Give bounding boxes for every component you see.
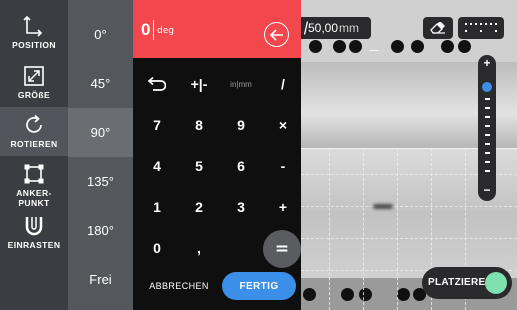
rotate-icon — [23, 114, 45, 136]
tool-label: GRÖßE — [17, 90, 51, 100]
angle-90[interactable]: 90° — [68, 108, 133, 157]
key-8[interactable]: 8 — [179, 110, 219, 140]
zoom-tick — [485, 152, 490, 154]
tool-anchor-point[interactable]: ANKER- PUNKT — [0, 158, 68, 212]
display-value: 0 — [141, 20, 151, 39]
zoom-slider-handle[interactable] — [482, 82, 492, 92]
honeycomb-hole — [441, 40, 454, 53]
honeycomb-hole — [309, 40, 322, 53]
honeycomb-hole — [411, 40, 424, 53]
key-7[interactable]: 7 — [137, 110, 177, 140]
key-divide[interactable]: / — [263, 69, 303, 99]
honeycomb-hole — [349, 40, 362, 53]
honeycomb-hole — [341, 288, 354, 301]
honeycomb-hole — [333, 40, 346, 53]
grid-line — [301, 206, 517, 207]
zoom-tick — [485, 134, 490, 136]
tool-label: POSITION — [12, 40, 56, 50]
undo-icon[interactable] — [137, 69, 177, 99]
tool-position[interactable]: POSITION — [0, 8, 68, 57]
done-button[interactable]: FERTIG — [222, 272, 296, 300]
key-comma[interactable]: , — [179, 233, 219, 263]
numeric-keypad: 0 deg +|- in|mm / 7 8 9 × 4 5 6 - 1 2 3 … — [133, 0, 301, 310]
magnet-icon — [23, 215, 45, 237]
key-0[interactable]: 0 — [137, 233, 177, 263]
key-1[interactable]: 1 — [137, 192, 177, 222]
eraser-button[interactable] — [423, 17, 453, 39]
tool-rotate[interactable]: ROTIEREN — [0, 107, 68, 156]
zoom-out-button[interactable]: − — [478, 183, 496, 197]
zoom-tick — [485, 125, 490, 127]
tool-snap[interactable]: EINRASTEN — [0, 208, 68, 257]
angle-0[interactable]: 0° — [68, 10, 133, 59]
honeycomb-hole — [359, 288, 372, 301]
dotted-grid-icon — [465, 23, 497, 32]
angle-180[interactable]: 180° — [68, 206, 133, 255]
angle-45[interactable]: 45° — [68, 59, 133, 108]
cancel-button[interactable]: ABBRECHEN — [141, 278, 217, 294]
key-9[interactable]: 9 — [221, 110, 261, 140]
zoom-tick — [485, 98, 490, 100]
key-multiply[interactable]: × — [263, 110, 303, 140]
grid-line — [301, 238, 517, 239]
tool-label: ROTIEREN — [10, 139, 58, 149]
tool-size[interactable]: GRÖßE — [0, 58, 68, 107]
zoom-tick — [485, 107, 490, 109]
key-2[interactable]: 2 — [179, 192, 219, 222]
honeycomb-hole — [458, 40, 471, 53]
back-arrow-icon[interactable] — [264, 22, 289, 47]
angle-presets: 0° 45° 90° 135° 180° Frei — [68, 0, 133, 310]
move-icon — [23, 15, 45, 37]
resize-icon — [23, 65, 45, 87]
key-3[interactable]: 3 — [221, 192, 261, 222]
zoom-slider[interactable]: + − — [478, 55, 496, 201]
zoom-tick — [485, 116, 490, 118]
honeycomb-hole — [303, 288, 316, 301]
measurement-value: 50,00 — [308, 21, 339, 35]
anchor-point-icon — [23, 163, 45, 185]
zoom-in-button[interactable]: + — [478, 56, 496, 70]
angle-free[interactable]: Frei — [68, 255, 133, 304]
grid-toggle-button[interactable] — [458, 17, 504, 39]
key-4[interactable]: 4 — [137, 151, 177, 181]
key-minus[interactable]: - — [263, 151, 303, 181]
key-5[interactable]: 5 — [179, 151, 219, 181]
zoom-tick — [485, 143, 490, 145]
cut-line — [369, 50, 379, 51]
tool-label: ANKER- PUNKT — [16, 187, 52, 208]
key-sign[interactable]: +|- — [179, 69, 219, 99]
grid-line — [329, 148, 330, 310]
key-unit-toggle[interactable]: in|mm — [221, 69, 261, 99]
material-mark — [373, 204, 393, 209]
key-plus[interactable]: + — [263, 192, 303, 222]
honeycomb-hole — [391, 40, 404, 53]
value-display: 0 deg — [133, 0, 301, 58]
toggle-knob[interactable] — [485, 272, 507, 294]
tool-sidebar: POSITION GRÖßE ROTIEREN ANKER- PUNKT EIN… — [0, 0, 68, 310]
text-cursor — [153, 20, 154, 40]
place-toggle[interactable]: PLATZIEREN — [422, 267, 512, 299]
angle-135[interactable]: 135° — [68, 157, 133, 206]
measurement-badge[interactable]: 50,00 mm — [301, 17, 371, 39]
honeycomb-hole — [397, 288, 410, 301]
measurement-unit: mm — [339, 21, 360, 35]
grid-line — [397, 148, 398, 310]
zoom-tick — [485, 170, 490, 172]
place-label: PLATZIEREN — [428, 277, 494, 288]
eraser-icon — [430, 22, 445, 34]
zoom-tick — [485, 161, 490, 163]
equals-button[interactable]: = — [263, 230, 301, 268]
display-unit: deg — [157, 26, 174, 36]
key-6[interactable]: 6 — [221, 151, 261, 181]
grid-line — [363, 148, 364, 310]
tool-label: EINRASTEN — [7, 240, 61, 250]
